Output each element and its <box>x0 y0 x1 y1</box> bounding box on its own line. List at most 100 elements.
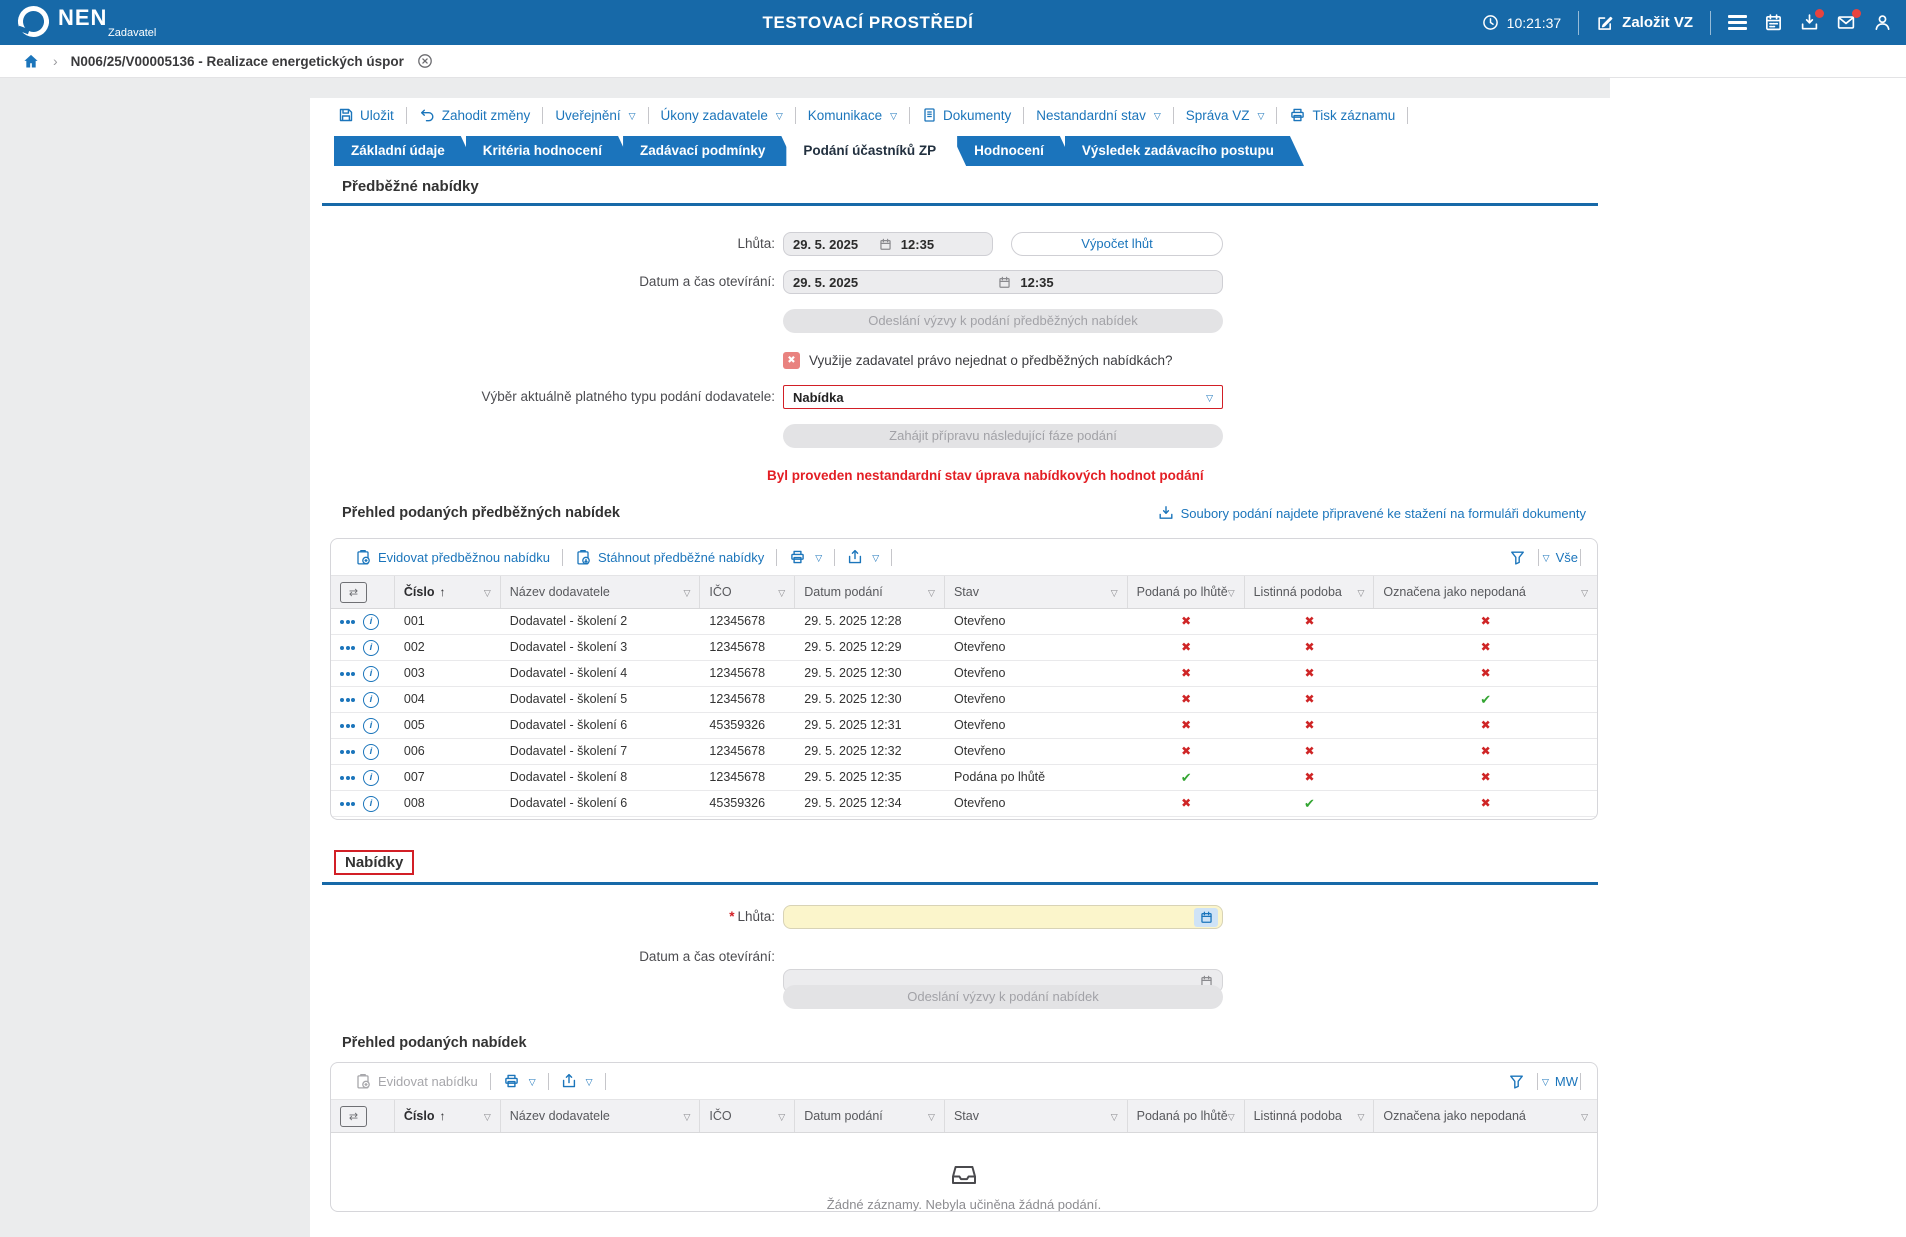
row-actions-icon[interactable] <box>340 671 355 676</box>
downloads-button[interactable] <box>1800 9 1824 32</box>
column-filter-icon[interactable] <box>778 1109 785 1123</box>
tab-kriteria-hodnoceni[interactable]: Kritéria hodnocení <box>466 136 632 166</box>
row-info-icon[interactable] <box>363 691 379 708</box>
opening-datetime-field[interactable]: 29. 5. 2025 12:35 <box>783 270 1223 294</box>
column-nazev[interactable]: Název dodavatele <box>501 576 701 608</box>
row-info-icon[interactable] <box>363 665 379 682</box>
home-icon[interactable] <box>22 53 40 70</box>
row-info-icon[interactable] <box>363 795 379 812</box>
row-actions-icon[interactable] <box>340 749 355 754</box>
discard-changes-button[interactable]: Zahodit změny <box>407 107 543 123</box>
deadline-datetime-field[interactable]: 29. 5. 2025 12:35 <box>783 232 993 256</box>
communication-menu[interactable]: Komunikace <box>796 108 909 123</box>
calendar-icon[interactable] <box>879 238 892 251</box>
export-table-button[interactable] <box>551 1073 603 1089</box>
row-info-icon[interactable] <box>363 639 379 656</box>
send-call-prelim-button[interactable]: Odeslání výzvy k podání předběžných nabí… <box>783 309 1223 333</box>
table-row[interactable]: 002 Dodavatel - školení 3 12345678 29. 5… <box>331 635 1597 661</box>
opening-time-value[interactable]: 12:35 <box>1020 275 1053 290</box>
row-actions-icon[interactable] <box>340 801 355 806</box>
documents-button[interactable]: Dokumenty <box>910 107 1023 123</box>
column-stav[interactable]: Stav <box>945 576 1128 608</box>
table-row[interactable]: 007 Dodavatel - školení 8 12345678 29. 5… <box>331 765 1597 791</box>
column-filter-icon[interactable] <box>928 585 935 599</box>
table-row[interactable]: 008 Dodavatel - školení 6 45359326 29. 5… <box>331 791 1597 817</box>
offers-deadline-field[interactable] <box>783 905 1223 929</box>
column-nepodana[interactable]: Označena jako nepodaná <box>1374 1100 1597 1132</box>
calendar-picker-button[interactable] <box>1194 908 1218 927</box>
column-ico[interactable]: IČO <box>700 1100 796 1132</box>
breadcrumb-item[interactable]: N006/25/V00005136 - Realizace energetick… <box>71 54 404 69</box>
row-actions-icon[interactable] <box>340 697 355 702</box>
column-ico[interactable]: IČO <box>700 576 796 608</box>
filter-button[interactable] <box>1499 549 1536 566</box>
table-row[interactable]: 005 Dodavatel - školení 6 45359326 29. 5… <box>331 713 1597 739</box>
calendar-icon[interactable] <box>998 276 1011 289</box>
save-button[interactable]: Uložit <box>326 107 406 123</box>
column-listinna[interactable]: Listinná podoba <box>1245 576 1375 608</box>
export-table-button[interactable] <box>837 549 889 565</box>
table-row[interactable]: 004 Dodavatel - školení 5 12345678 29. 5… <box>331 687 1597 713</box>
column-settings-icon[interactable] <box>340 1105 367 1127</box>
row-info-icon[interactable] <box>363 613 379 630</box>
column-filter-icon[interactable] <box>1357 1109 1364 1123</box>
filter-preset-mw[interactable]: MW <box>1540 1074 1578 1089</box>
row-actions-icon[interactable] <box>340 619 355 624</box>
column-filter-icon[interactable] <box>484 1109 491 1123</box>
column-filter-icon[interactable] <box>1357 585 1364 599</box>
row-actions-icon[interactable] <box>340 775 355 780</box>
table-row[interactable]: 006 Dodavatel - školení 7 12345678 29. 5… <box>331 739 1597 765</box>
column-cislo[interactable]: Číslo <box>395 576 501 608</box>
print-table-button[interactable] <box>779 549 832 565</box>
tab-podani-ucastniku[interactable]: Podání účastníků ZP <box>786 136 966 166</box>
calendar-button[interactable] <box>1764 13 1783 32</box>
tab-hodnoceni[interactable]: Hodnocení <box>957 136 1074 166</box>
deadline-date-value[interactable]: 29. 5. 2025 <box>793 237 858 252</box>
register-prelim-offer-button[interactable]: Evidovat předběžnou nabídku <box>345 549 560 566</box>
column-filter-icon[interactable] <box>1228 585 1235 599</box>
column-filter-icon[interactable] <box>1111 1109 1118 1123</box>
column-filter-icon[interactable] <box>484 585 491 599</box>
column-stav[interactable]: Stav <box>945 1100 1128 1132</box>
vz-administration-menu[interactable]: Správa VZ <box>1174 108 1277 123</box>
tab-zakladni-udaje[interactable]: Základní údaje <box>334 136 475 166</box>
publication-menu[interactable]: Uveřejnění <box>543 108 647 123</box>
row-info-icon[interactable] <box>363 743 379 760</box>
messages-button[interactable] <box>1836 9 1861 32</box>
column-filter-icon[interactable] <box>1581 1109 1588 1123</box>
row-info-icon[interactable] <box>363 769 379 786</box>
row-actions-icon[interactable] <box>340 645 355 650</box>
column-datum[interactable]: Datum podání <box>795 576 945 608</box>
print-record-button[interactable]: Tisk záznamu <box>1277 107 1407 123</box>
nonstandard-state-menu[interactable]: Nestandardní stav <box>1024 108 1172 123</box>
send-call-offers-button[interactable]: Odeslání výzvy k podání nabídek <box>783 985 1223 1009</box>
tab-vysledek[interactable]: Výsledek zadávacího postupu <box>1065 136 1304 166</box>
profile-button[interactable] <box>1873 13 1892 32</box>
column-nazev[interactable]: Název dodavatele <box>501 1100 701 1132</box>
checkbox-no-icon[interactable] <box>783 352 800 369</box>
next-phase-button[interactable]: Zahájit přípravu následující fáze podání <box>783 424 1223 448</box>
column-filter-icon[interactable] <box>778 585 785 599</box>
column-nepodana[interactable]: Označena jako nepodaná <box>1374 576 1597 608</box>
contracting-acts-menu[interactable]: Úkony zadavatele <box>649 108 795 123</box>
column-settings-icon[interactable] <box>340 581 367 603</box>
column-filter-icon[interactable] <box>1111 585 1118 599</box>
row-info-icon[interactable] <box>363 717 379 734</box>
filter-preset-vse[interactable]: Vše <box>1541 550 1578 565</box>
create-vz-button[interactable]: Založit VZ <box>1596 14 1693 32</box>
column-filter-icon[interactable] <box>683 585 690 599</box>
tab-zadavaci-podminky[interactable]: Zadávací podmínky <box>623 136 795 166</box>
print-table-button[interactable] <box>493 1073 546 1089</box>
column-filter-icon[interactable] <box>928 1109 935 1123</box>
menu-button[interactable] <box>1728 15 1747 30</box>
opening-date-value[interactable]: 29. 5. 2025 <box>793 275 858 290</box>
column-filter-icon[interactable] <box>1581 585 1588 599</box>
column-datum[interactable]: Datum podání <box>795 1100 945 1132</box>
column-po-lhute[interactable]: Podaná po lhůtě <box>1128 1100 1245 1132</box>
table-row[interactable]: 001 Dodavatel - školení 2 12345678 29. 5… <box>331 609 1597 635</box>
table-row[interactable]: 003 Dodavatel - školení 4 12345678 29. 5… <box>331 661 1597 687</box>
register-offer-button[interactable]: Evidovat nabídku <box>345 1073 488 1090</box>
close-tab-icon[interactable] <box>417 53 433 69</box>
column-listinna[interactable]: Listinná podoba <box>1245 1100 1375 1132</box>
submission-type-select[interactable]: Nabídka <box>783 385 1223 409</box>
